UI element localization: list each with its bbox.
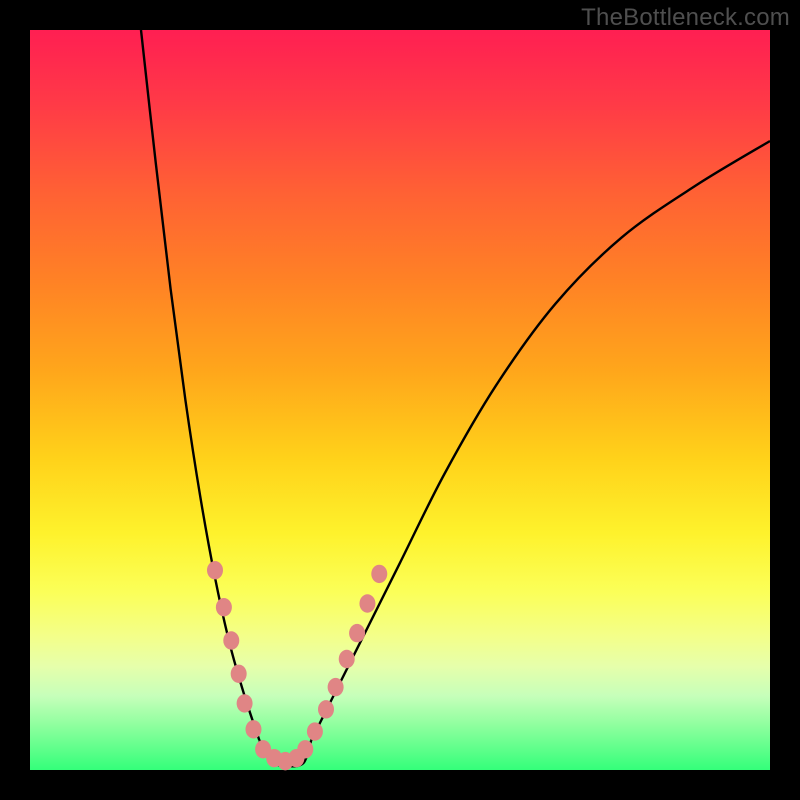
plot-area (30, 30, 770, 770)
curve-layer (30, 30, 770, 770)
data-marker (231, 665, 247, 683)
watermark-text: TheBottleneck.com (581, 4, 790, 32)
curve-left-branch (141, 30, 259, 740)
data-marker (307, 722, 323, 740)
data-marker (318, 700, 334, 718)
data-marker (339, 650, 355, 668)
data-marker (371, 565, 387, 583)
chart-frame: TheBottleneck.com (0, 0, 800, 800)
data-marker (359, 594, 375, 612)
data-marker (216, 598, 232, 616)
data-marker (349, 624, 365, 642)
data-marker (237, 694, 253, 712)
data-marker (223, 631, 239, 649)
data-marker (297, 740, 313, 758)
curve-right-branch (311, 141, 770, 740)
marker-group (207, 561, 387, 770)
data-marker (245, 720, 261, 738)
data-marker (328, 678, 344, 696)
data-marker (207, 561, 223, 579)
